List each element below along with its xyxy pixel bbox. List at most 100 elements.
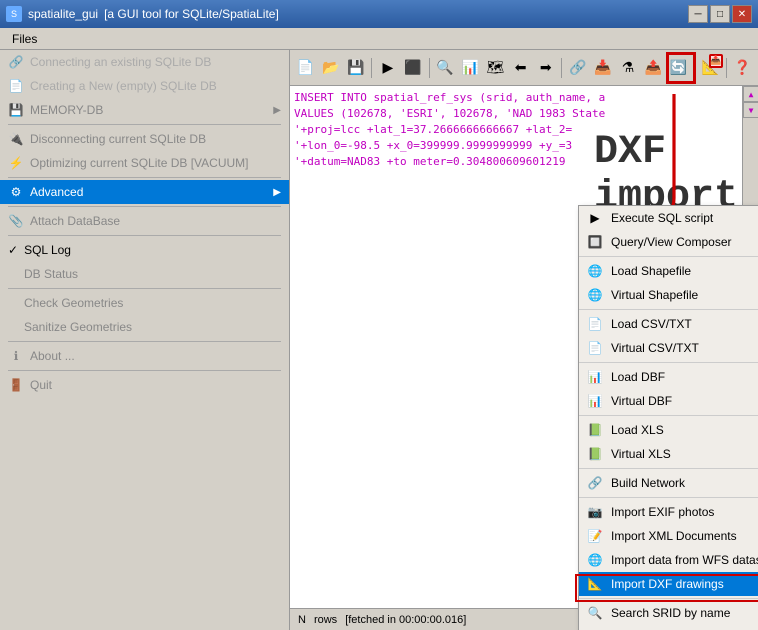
dxf-icon: 📐 — [587, 576, 603, 592]
toolbar-btn-export[interactable]: 📤 — [642, 55, 665, 81]
app-title: spatialite_gui — [28, 7, 98, 21]
toolbar-sep-4 — [694, 58, 695, 78]
toolbar-btn-load[interactable]: 📥 — [591, 55, 614, 81]
advanced-arrow-icon: ▶ — [273, 187, 281, 198]
dropdown-item-build-network[interactable]: 🔗 Build Network — [579, 471, 758, 495]
toolbar-btn-map[interactable]: 🗺 — [484, 55, 507, 81]
query-view-icon: 🔲 — [587, 234, 603, 250]
disconnect-icon: 🔌 — [8, 131, 24, 147]
dropdown-label-virtual-dbf: Virtual DBF — [611, 394, 672, 408]
advanced-dropdown: ▶ Execute SQL script 🔲 Query/View Compos… — [578, 205, 758, 630]
menu-bar: Files — [0, 28, 758, 50]
dropdown-item-execute-sql[interactable]: ▶ Execute SQL script — [579, 206, 758, 230]
app-subtitle: [a GUI tool for SQLite/SpatiaLite] — [104, 7, 279, 21]
sidebar-label-sql-log: SQL Log — [24, 243, 281, 257]
toolbar-sep-1 — [371, 58, 372, 78]
separator-7 — [8, 370, 281, 371]
toolbar-btn-back[interactable]: ⬅ — [509, 55, 532, 81]
dropdown-item-load-shapefile[interactable]: 🌐 Load Shapefile — [579, 259, 758, 283]
sidebar-item-memory-db[interactable]: 💾 MEMORY-DB ▶ — [0, 98, 289, 122]
dropdown-item-virtual-dbf[interactable]: 📊 Virtual DBF — [579, 389, 758, 413]
sql-line-5: '+datum=NAD83 +to meter=0.30480060960121… — [294, 154, 754, 170]
title-bar: S spatialite_gui [a GUI tool for SQLite/… — [0, 0, 758, 28]
toolbar: 📄 📂 💾 ▶ ⬛ 🔍 📊 🗺 ⬅ ➡ 🔗 📥 ⚗ 📤 🔄 📥 📐 — [290, 50, 758, 86]
sidebar-item-db-status[interactable]: DB Status — [0, 262, 289, 286]
dropdown-item-query-view[interactable]: 🔲 Query/View Composer — [579, 230, 758, 254]
dropdown-label-execute: Execute SQL script — [611, 211, 713, 225]
dropdown-item-import-wfs[interactable]: 🌐 Import data from WFS datasource — [579, 548, 758, 572]
status-rows-label: rows — [314, 614, 337, 626]
separator-1 — [8, 124, 281, 125]
toolbar-btn-chart[interactable]: 📊 — [459, 55, 482, 81]
sidebar-item-sql-log[interactable]: ✓ SQL Log — [0, 238, 289, 262]
xls-icon: 📗 — [587, 422, 603, 438]
connect-icon: 🔗 — [8, 54, 24, 70]
scroll-down-btn[interactable]: ▼ — [743, 102, 758, 118]
sidebar-item-disconnect[interactable]: 🔌 Disconnecting current SQLite DB — [0, 127, 289, 151]
sidebar-item-sanitize-geom[interactable]: Sanitize Geometries — [0, 315, 289, 339]
dropdown-item-load-csv[interactable]: 📄 Load CSV/TXT — [579, 312, 758, 336]
arrow-icon: ▶ — [273, 105, 281, 116]
toolbar-btn-help[interactable]: ❓ — [731, 55, 754, 81]
dropdown-item-virtual-csv[interactable]: 📄 Virtual CSV/TXT — [579, 336, 758, 360]
toolbar-sep-5 — [726, 58, 727, 78]
toolbar-btn-settings[interactable]: 📥 📐 — [699, 55, 722, 81]
separator-5 — [8, 288, 281, 289]
dropdown-item-virtual-shapefile[interactable]: 🌐 Virtual Shapefile — [579, 283, 758, 307]
virtual-xls-icon: 📗 — [587, 446, 603, 462]
sidebar-item-quit[interactable]: 🚪 Quit — [0, 373, 289, 397]
toolbar-btn-connect[interactable]: 🔗 — [566, 55, 589, 81]
toolbar-sep-2 — [429, 58, 430, 78]
toolbar-btn-open[interactable]: 📂 — [319, 55, 342, 81]
virtual-dbf-icon: 📊 — [587, 393, 603, 409]
sidebar-item-check-geom[interactable]: Check Geometries — [0, 291, 289, 315]
sidebar-label-create: Creating a New (empty) SQLite DB — [30, 79, 281, 93]
toolbar-btn-new[interactable]: 📄 — [294, 55, 317, 81]
minimize-button[interactable]: ─ — [688, 5, 708, 23]
dropdown-item-virtual-xls[interactable]: 📗 Virtual XLS — [579, 442, 758, 466]
sidebar-item-attach-db[interactable]: 📎 Attach DataBase — [0, 209, 289, 233]
dropdown-label-load-dbf: Load DBF — [611, 370, 665, 384]
dropdown-item-load-dbf[interactable]: 📊 Load DBF — [579, 365, 758, 389]
dropdown-sep-7 — [579, 598, 758, 599]
dropdown-label-import-xml: Import XML Documents — [611, 529, 737, 543]
sql-line-4: '+lon_0=-98.5 +x_0=399999.9999999999 +y_… — [294, 138, 754, 154]
dropdown-item-load-xls[interactable]: 📗 Load XLS — [579, 418, 758, 442]
dropdown-item-import-exif[interactable]: 📷 Import EXIF photos — [579, 500, 758, 524]
toolbar-btn-forward[interactable]: ➡ — [534, 55, 557, 81]
dropdown-label-load-xls: Load XLS — [611, 423, 664, 437]
build-network-icon: 🔗 — [587, 475, 603, 491]
dropdown-item-import-xml[interactable]: 📝 Import XML Documents — [579, 524, 758, 548]
toolbar-btn-filter[interactable]: ⚗ — [617, 55, 640, 81]
toolbar-btn-stop[interactable]: ⬛ — [402, 55, 425, 81]
toolbar-btn-execute[interactable]: ▶ — [376, 55, 399, 81]
toolbar-btn-refresh[interactable]: 🔄 — [667, 55, 690, 81]
sql-line-1: INSERT INTO spatial_ref_sys (srid, auth_… — [294, 90, 754, 106]
separator-3 — [8, 206, 281, 207]
dropdown-label-virtual-xls: Virtual XLS — [611, 447, 671, 461]
dropdown-label-search-srid: Search SRID by name — [611, 606, 730, 620]
quit-icon: 🚪 — [8, 377, 24, 393]
maximize-button[interactable]: □ — [710, 5, 730, 23]
xml-icon: 📝 — [587, 528, 603, 544]
dropdown-item-search-srid[interactable]: 🔍 Search SRID by name — [579, 601, 758, 625]
sql-line-3: '+proj=lcc +lat_1=37.2666666666667 +lat_… — [294, 122, 754, 138]
separator-6 — [8, 341, 281, 342]
files-menu[interactable]: Files — [4, 30, 45, 48]
dropdown-item-import-dxf[interactable]: 📐 Import DXF drawings — [579, 572, 758, 596]
app-icon: S — [6, 6, 22, 22]
memory-icon: 💾 — [8, 102, 24, 118]
dropdown-item-default-charset[interactable]: 🔤 Default Output Charset — [579, 625, 758, 630]
dropdown-label-load-shapefile: Load Shapefile — [611, 264, 691, 278]
sidebar-label-check-geom: Check Geometries — [24, 296, 281, 310]
sidebar-item-about[interactable]: ℹ About ... — [0, 344, 289, 368]
toolbar-btn-save[interactable]: 💾 — [344, 55, 367, 81]
sidebar-label-sanitize: Sanitize Geometries — [24, 320, 281, 334]
sidebar-label-optimize: Optimizing current SQLite DB [VACUUM] — [30, 156, 281, 170]
toolbar-sep-3 — [561, 58, 562, 78]
toolbar-btn-search[interactable]: 🔍 — [434, 55, 457, 81]
close-button[interactable]: ✕ — [732, 5, 752, 23]
scroll-up-btn[interactable]: ▲ — [743, 86, 758, 102]
sidebar-item-advanced[interactable]: ⚙ Advanced ▶ — [0, 180, 289, 204]
sidebar-item-optimize[interactable]: ⚡ Optimizing current SQLite DB [VACUUM] — [0, 151, 289, 175]
